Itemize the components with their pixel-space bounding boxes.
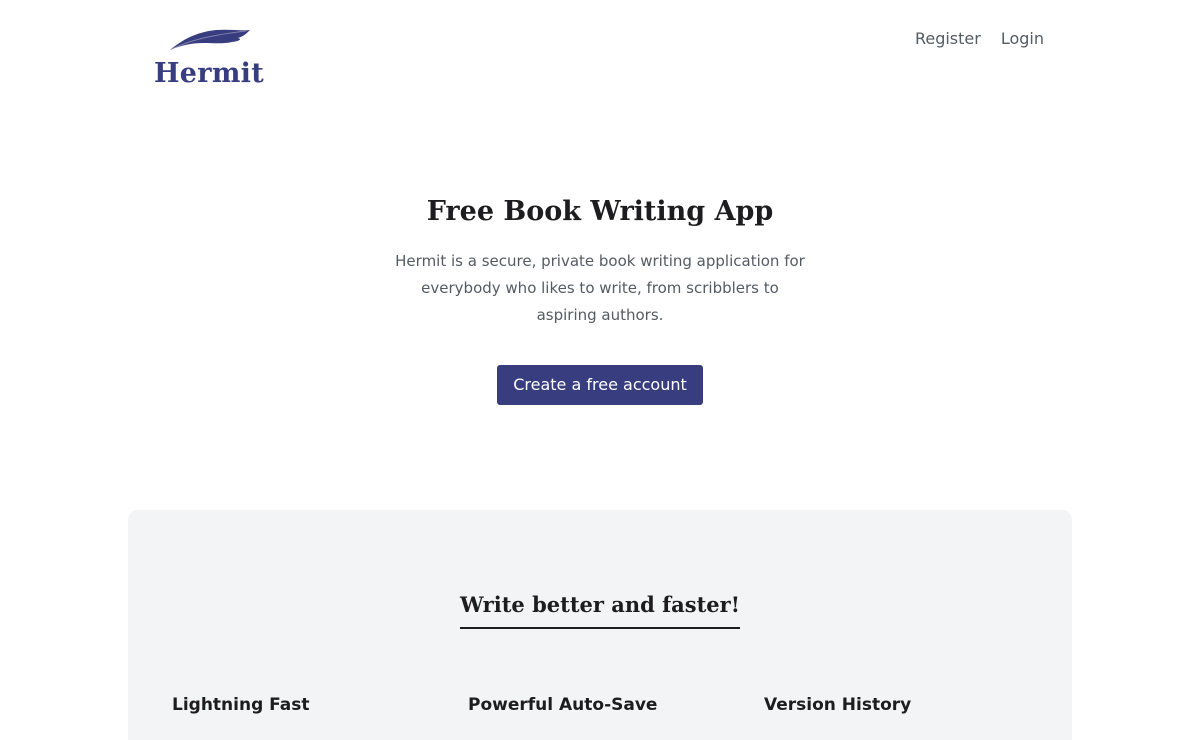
feature-version-history: Version History <box>764 695 912 715</box>
features-heading: Write better and faster! <box>128 590 1072 629</box>
page: Hermit Register Login Free Book Writing … <box>0 0 1200 740</box>
features-title: Write better and faster! <box>460 591 740 629</box>
register-link[interactable]: Register <box>915 28 981 50</box>
top-nav: Register Login <box>915 28 1044 50</box>
hero-section: Free Book Writing App Hermit is a secure… <box>0 190 1200 405</box>
site-header: Hermit Register Login <box>0 0 1200 110</box>
features-section: Write better and faster! Lightning Fast … <box>128 510 1072 740</box>
feature-lightning-fast: Lightning Fast <box>172 695 310 715</box>
feature-auto-save: Powerful Auto-Save <box>468 695 658 715</box>
brand-name: Hermit <box>154 58 265 89</box>
feather-icon <box>168 26 252 58</box>
hero-description: Hermit is a secure, private book writing… <box>395 252 805 324</box>
create-account-button[interactable]: Create a free account <box>497 365 703 405</box>
home-logo-link[interactable]: Hermit <box>154 26 270 96</box>
hero-title: Free Book Writing App <box>426 196 774 227</box>
login-link[interactable]: Login <box>1001 28 1044 50</box>
